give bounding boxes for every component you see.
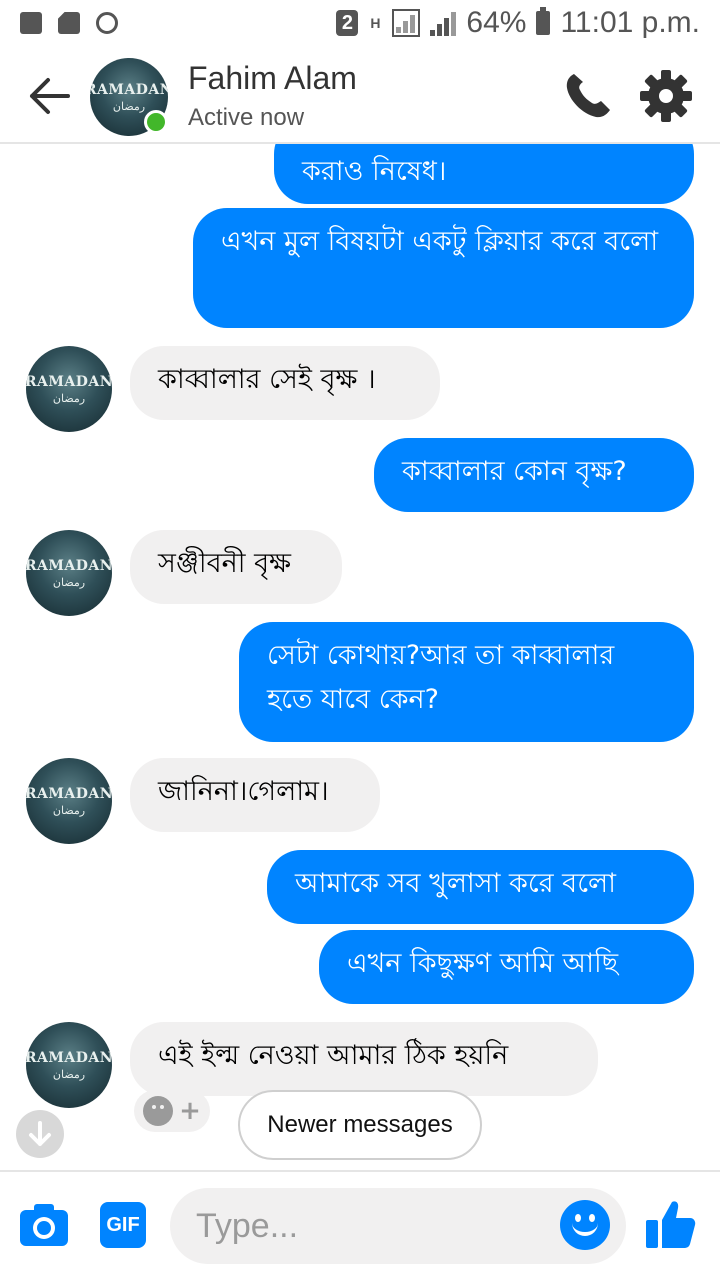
scroll-down-button[interactable] <box>16 1110 64 1158</box>
network-type: H <box>370 15 381 31</box>
sd-card-icon <box>58 12 80 34</box>
online-indicator <box>144 110 168 134</box>
gallery-icon <box>20 12 42 34</box>
wifi-signal-icon <box>392 9 421 37</box>
message-in[interactable]: জানিনা।গেলাম। <box>130 758 380 832</box>
sender-avatar[interactable]: RAMADAN رمضان <box>26 758 112 844</box>
message-out[interactable]: করাও নিষেধ। <box>274 144 694 204</box>
composer-bar: GIF <box>0 1170 720 1280</box>
battery-percent: 64% <box>466 6 527 39</box>
sender-avatar[interactable]: RAMADAN رمضان <box>26 1022 112 1108</box>
camera-icon[interactable] <box>18 1202 70 1248</box>
newer-messages-button[interactable]: Newer messages <box>238 1090 482 1160</box>
cell-signal-icon <box>430 10 457 36</box>
sender-avatar[interactable]: RAMADAN رمضان <box>26 346 112 432</box>
message-out[interactable]: এখন মুল বিষয়টা একটু ক্লিয়ার করে বলো <box>193 208 694 328</box>
gear-icon[interactable] <box>638 68 694 124</box>
message-input[interactable] <box>170 1188 626 1264</box>
battery-icon <box>536 7 551 35</box>
status-bar: 2 H 64% 11:01 p.m. <box>0 0 720 50</box>
add-reaction-button[interactable]: + <box>134 1090 210 1132</box>
message-out[interactable]: এখন কিছুক্ষণ আমি আছি <box>319 930 694 1004</box>
message-out[interactable]: আমাকে সব খুলাসা করে বলো <box>267 850 694 924</box>
arrow-down-icon <box>29 1121 51 1146</box>
message-list[interactable]: করাও নিষেধ। এখন মুল বিষয়টা একটু ক্লিয়া… <box>0 144 720 1170</box>
chrome-icon <box>96 12 118 34</box>
message-out[interactable]: কাব্বালার কোন বৃক্ষ? <box>374 438 694 512</box>
message-in[interactable]: কাব্বালার সেই বৃক্ষ । <box>130 346 440 420</box>
contact-name[interactable]: Fahim Alam <box>188 60 357 97</box>
thumbs-up-icon[interactable] <box>642 1196 698 1252</box>
message-in[interactable]: এই ইল্ম নেওয়া আমার ঠিক হয়নি <box>130 1022 598 1096</box>
phone-call-icon[interactable] <box>560 68 616 124</box>
contact-status: Active now <box>188 104 305 131</box>
clock: 11:01 p.m. <box>560 6 700 39</box>
plus-icon: + <box>179 1096 201 1126</box>
back-arrow-icon[interactable] <box>28 76 72 116</box>
message-out[interactable]: সেটা কোথায়?আর তা কাব্বালার হতে যাবে কেন… <box>239 622 694 742</box>
conversation-header: RAMADAN رمضان Fahim Alam Active now <box>0 50 720 144</box>
gif-button[interactable]: GIF <box>100 1202 146 1248</box>
sender-avatar[interactable]: RAMADAN رمضان <box>26 530 112 616</box>
message-in[interactable]: সঞ্জীবনী বৃক্ষ <box>130 530 342 604</box>
emoji-icon[interactable] <box>560 1200 610 1250</box>
notification-badge: 2 <box>336 10 359 36</box>
smiley-icon <box>143 1096 174 1126</box>
